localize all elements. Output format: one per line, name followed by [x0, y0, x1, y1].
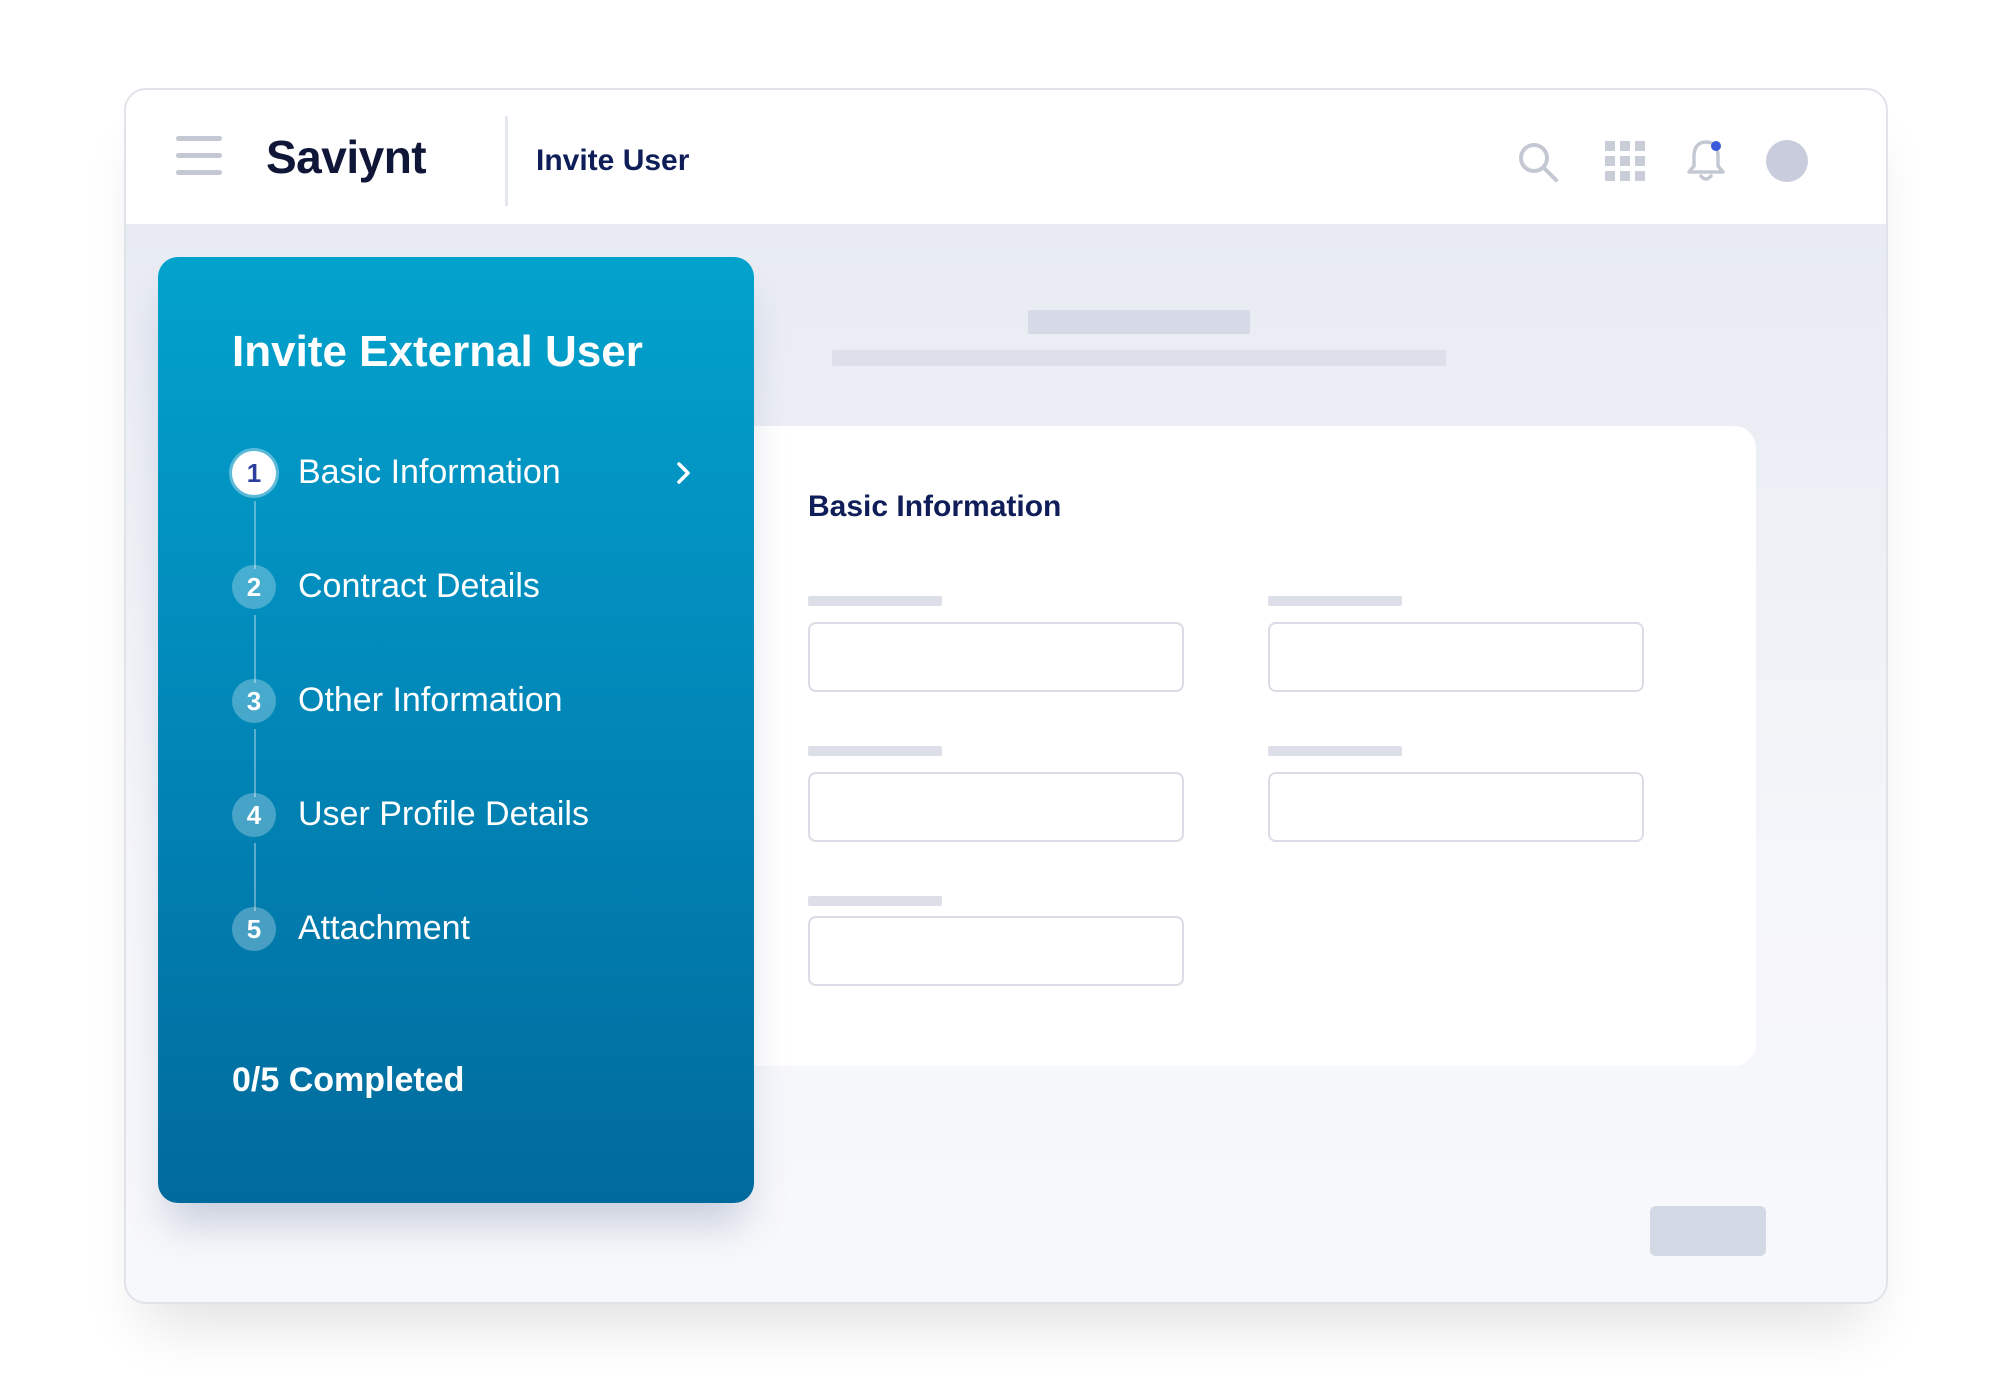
search-icon[interactable] [1516, 140, 1560, 189]
app-window: Saviynt Invite User Basic Information In… [124, 88, 1888, 1304]
step-basic-information[interactable]: 1 Basic Information [232, 449, 702, 497]
avatar[interactable] [1766, 140, 1808, 182]
step-label: User Profile Details [298, 795, 589, 833]
step-number: 1 [232, 451, 276, 495]
step-contract-details[interactable]: 2 Contract Details [232, 563, 702, 611]
next-button[interactable] [1650, 1206, 1766, 1256]
step-label: Contract Details [298, 567, 540, 605]
step-label: Attachment [298, 909, 470, 947]
text-field[interactable] [808, 622, 1184, 692]
form-title: Basic Information [808, 490, 1062, 523]
bell-icon[interactable] [1684, 136, 1728, 189]
step-number: 5 [232, 907, 276, 951]
field-label-placeholder [808, 896, 942, 906]
field-label-placeholder [1268, 746, 1402, 756]
step-connector [254, 729, 256, 797]
step-other-information[interactable]: 3 Other Information [232, 677, 702, 725]
step-label: Other Information [298, 681, 563, 719]
stepper-title: Invite External User [232, 327, 643, 376]
text-field[interactable] [808, 772, 1184, 842]
stepper-panel: Invite External User 1 Basic Information… [158, 257, 754, 1203]
field-label-placeholder [808, 746, 942, 756]
step-number: 2 [232, 565, 276, 609]
progress-status: 0/5 Completed [232, 1061, 465, 1099]
step-attachment[interactable]: 5 Attachment [232, 905, 702, 953]
form-card: Basic Information [754, 426, 1756, 1066]
logo: Saviynt [266, 131, 427, 183]
menu-icon[interactable] [176, 136, 222, 176]
text-field[interactable] [1268, 772, 1644, 842]
text-field[interactable] [1268, 622, 1644, 692]
heading-placeholder [1028, 310, 1250, 334]
step-number: 4 [232, 793, 276, 837]
field-label-placeholder [1268, 596, 1402, 606]
step-connector [254, 501, 256, 569]
field-label-placeholder [808, 596, 942, 606]
page-title: Invite User [536, 144, 690, 177]
step-user-profile-details[interactable]: 4 User Profile Details [232, 791, 702, 839]
step-label: Basic Information [298, 453, 561, 491]
text-field[interactable] [808, 916, 1184, 986]
step-connector [254, 615, 256, 683]
step-connector [254, 843, 256, 911]
header-divider [505, 116, 508, 206]
chevron-right-icon [666, 455, 702, 491]
top-bar: Saviynt Invite User [126, 90, 1886, 227]
apps-grid-icon[interactable] [1604, 140, 1646, 187]
subheading-placeholder [832, 350, 1446, 366]
step-number: 3 [232, 679, 276, 723]
